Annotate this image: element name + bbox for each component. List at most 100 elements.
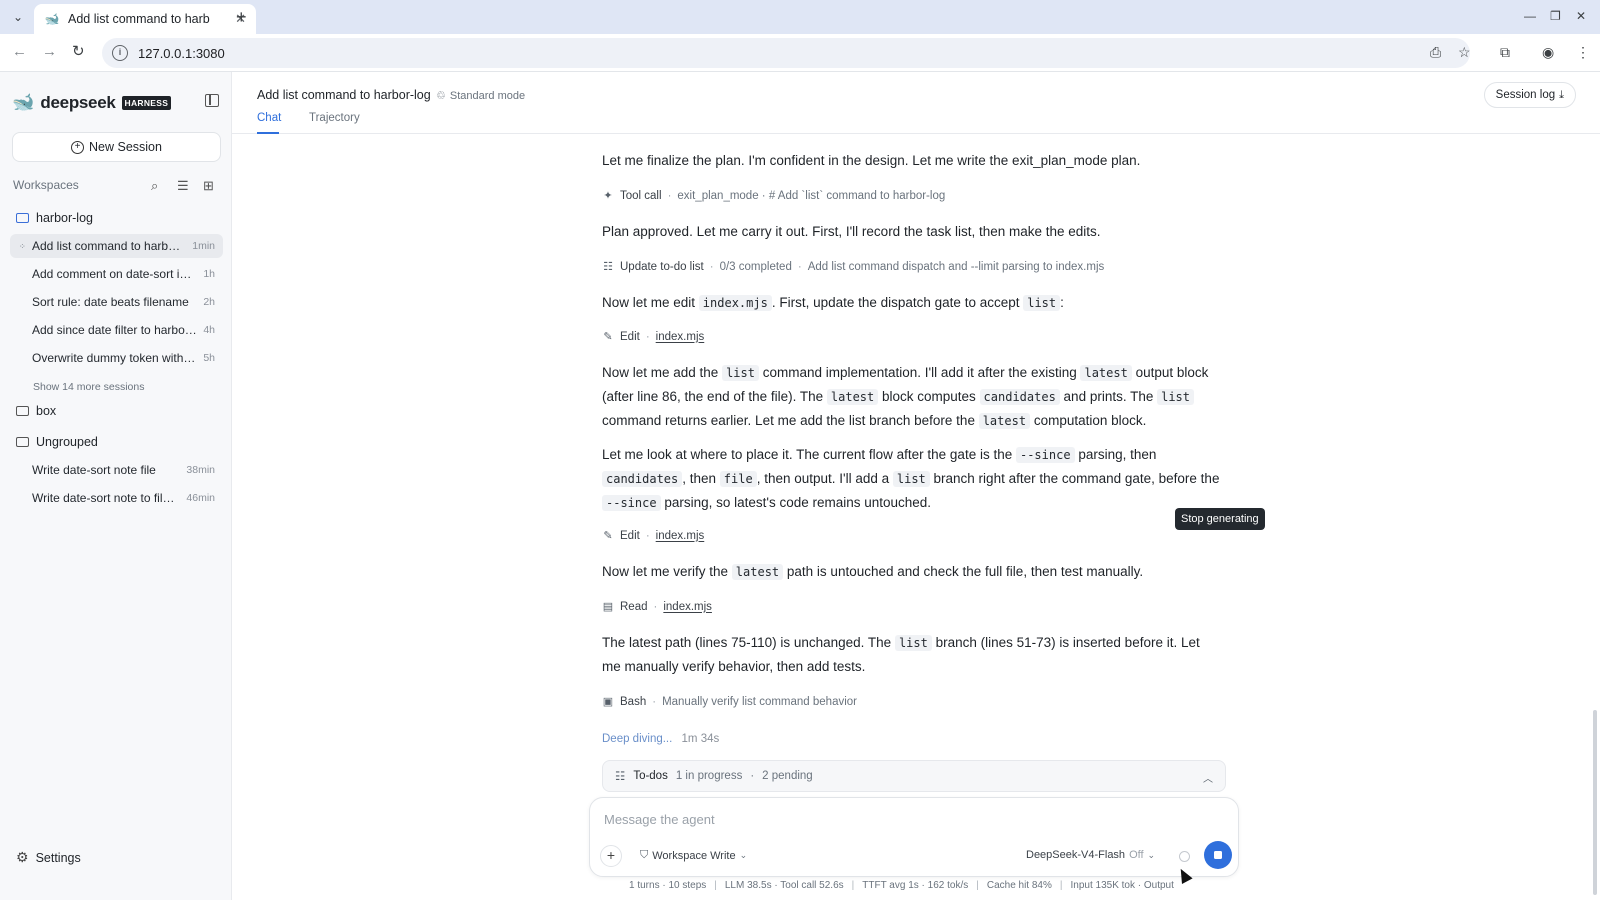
session-header: Add list command to harbor-log ♲ Standar… (232, 72, 1600, 134)
tab-trajectory[interactable]: Trajectory (309, 112, 360, 124)
session-title: Add comment on date-sort in index.mjs (32, 267, 197, 281)
todos-label: To-dos (633, 770, 668, 782)
new-session-button[interactable]: + New Session (12, 132, 221, 162)
session-item-active[interactable]: ⁘ Add list command to harbor-log 1min (10, 234, 223, 258)
browser-menu-icon[interactable]: ⋮ (1576, 44, 1590, 60)
tool-call-row[interactable]: ▣ Bash · Manually verify list command be… (602, 695, 857, 709)
file-link[interactable]: index.mjs (656, 331, 705, 343)
tool-call-row[interactable]: ✎ Edit · index.mjs (602, 330, 705, 344)
tool-call-row[interactable]: ▤ Read · index.mjs (602, 600, 712, 614)
settings-label: Settings (35, 850, 81, 865)
workspace-folder[interactable]: harbor-log (16, 211, 93, 225)
mode-label: Standard mode (449, 89, 526, 102)
terminal-icon: ▣ (602, 696, 614, 708)
thinking-label: Deep diving... (602, 733, 673, 745)
checklist-icon: ☷ (603, 261, 613, 273)
session-item[interactable]: Write date-sort note to file notes 46min (10, 486, 223, 510)
text: Now let me add the (602, 365, 723, 380)
tool-call-row[interactable]: ✦ Tool call · exit_plan_mode · # Add `li… (602, 189, 945, 203)
settings-button[interactable]: ⚙ Settings (16, 849, 81, 866)
assistant-message: Let me look at where to place it. The cu… (602, 443, 1222, 515)
inline-code: list (894, 635, 932, 651)
workspace-folder[interactable]: Ungrouped (16, 435, 98, 449)
extensions-icon[interactable]: ⧉ (1500, 44, 1510, 60)
collapse-sidebar-icon[interactable] (205, 94, 219, 107)
session-log-button[interactable]: Session log ⤓ (1483, 82, 1576, 108)
inline-code: --since (1015, 447, 1075, 463)
mode-indicator[interactable]: ♲ Standard mode (436, 89, 526, 103)
chevron-up-icon[interactable]: ︿ (1203, 770, 1213, 785)
forward-arrow-icon[interactable]: → (42, 44, 57, 60)
model-label: DeepSeek-V4-Flash (1026, 849, 1126, 861)
session-item[interactable]: Add since date filter to harbor-log 4h (10, 318, 223, 342)
profile-icon[interactable]: ◉ (1542, 44, 1554, 60)
bookmark-star-icon[interactable]: ☆ (1458, 44, 1471, 60)
stat-steps: 1 turns · 10 steps (629, 880, 707, 891)
inline-code: candidates (979, 389, 1060, 405)
browser-tab[interactable]: 🐋 Add list command to harb ✕ (34, 4, 256, 34)
whale-favicon-icon: 🐋 (44, 12, 60, 26)
model-select[interactable]: DeepSeek-V4-Flash Off ⌄ (1026, 849, 1155, 861)
inline-code: list (722, 365, 759, 381)
stat-timing: LLM 38.5s · Tool call 52.6s (724, 880, 844, 891)
file-link[interactable]: index.mjs (663, 601, 712, 613)
tab-chat[interactable]: Chat (257, 112, 281, 124)
attach-plus-button[interactable]: + (600, 845, 622, 867)
thinking-status: Deep diving... 1m 34s (602, 733, 719, 745)
sidebar: 🐋 deepseek HARNESS + New Session Workspa… (0, 72, 232, 900)
browser-toolbar: ← → ↻ i 127.0.0.1:3080 ⎙ ☆ ⧉ ◉ ⋮ (0, 34, 1600, 72)
stop-generating-button[interactable] (1204, 841, 1232, 869)
site-info-icon[interactable]: i (112, 45, 128, 61)
text: , then output. I'll add a (756, 471, 893, 486)
permission-label: Workspace Write (652, 849, 736, 862)
session-item[interactable]: Overwrite dummy token with real 5h (10, 346, 223, 370)
new-folder-icon[interactable]: ⊞ (203, 178, 214, 194)
url-text: 127.0.0.1:3080 (138, 45, 225, 61)
text: Now let me edit (602, 295, 699, 310)
permission-select[interactable]: ⛉ Workspace Write ⌄ (640, 849, 747, 862)
workspace-folder[interactable]: box (16, 404, 56, 418)
address-bar[interactable]: i 127.0.0.1:3080 (102, 38, 1470, 68)
message-input[interactable]: Message the agent (604, 812, 715, 827)
stat-cache: Cache hit 84% (986, 880, 1052, 891)
session-stats: 1 turns · 10 steps | LLM 38.5s · Tool call… (629, 880, 1174, 891)
file-icon: ▤ (602, 601, 614, 613)
inline-code: --since (602, 495, 661, 511)
session-item[interactable]: Sort rule: date beats filename 2h (10, 290, 223, 314)
tool-call-row[interactable]: ✎ Edit · index.mjs (602, 529, 705, 543)
tool-detail: Add list command dispatch and --limit pa… (807, 260, 1105, 273)
stat-throughput: TTFT avg 1s · 162 tok/s (862, 880, 969, 891)
context-usage-ring-icon[interactable] (1179, 851, 1190, 862)
tool-call-row[interactable]: ☷ Update to-do list · 0/3 completed · Ad… (602, 260, 1105, 274)
session-item[interactable]: Write date-sort note file 38min (10, 458, 223, 482)
search-icon[interactable]: ⌕ (151, 178, 158, 194)
assistant-message: The latest path (lines 75-110) is unchan… (602, 631, 1222, 678)
session-time: 5h (203, 352, 215, 364)
window-close-icon[interactable]: ✕ (1576, 9, 1586, 23)
new-tab-plus-icon[interactable]: + (236, 8, 247, 26)
todos-panel[interactable]: ☷ To-dos 1 in progress · 2 pending ︿ (602, 760, 1226, 792)
sparkle-icon: ✦ (603, 190, 613, 202)
tool-name: Tool call (620, 189, 662, 202)
separator: | (851, 880, 855, 891)
message-composer: Message the agent + ⛉ Workspace Write ⌄ … (589, 797, 1239, 877)
file-link[interactable]: index.mjs (656, 530, 705, 542)
separator: · (797, 260, 802, 273)
session-item[interactable]: Add comment on date-sort in index.mjs 1h (10, 262, 223, 286)
page-title: Add list command to harbor-log (257, 88, 431, 102)
inline-code: list (1023, 295, 1061, 311)
tab-list-chevron-icon[interactable]: ⌄ (8, 8, 28, 26)
session-time: 1h (203, 268, 215, 280)
elapsed-time: 1m 34s (681, 733, 720, 745)
reload-icon[interactable]: ↻ (72, 44, 85, 60)
pencil-icon: ✎ (603, 331, 613, 343)
session-title: Overwrite dummy token with real (32, 351, 198, 365)
scrollbar-thumb[interactable] (1593, 710, 1597, 895)
gear-icon: ⚙ (16, 849, 29, 865)
install-app-icon[interactable]: ⎙ (1430, 44, 1441, 60)
back-arrow-icon[interactable]: ← (12, 44, 27, 60)
show-more-sessions-link[interactable]: Show 14 more sessions (33, 381, 144, 393)
minimize-icon[interactable]: — (1524, 9, 1536, 23)
restore-icon[interactable]: ❐ (1550, 9, 1561, 23)
filter-sliders-icon[interactable]: ☰ (177, 178, 189, 194)
